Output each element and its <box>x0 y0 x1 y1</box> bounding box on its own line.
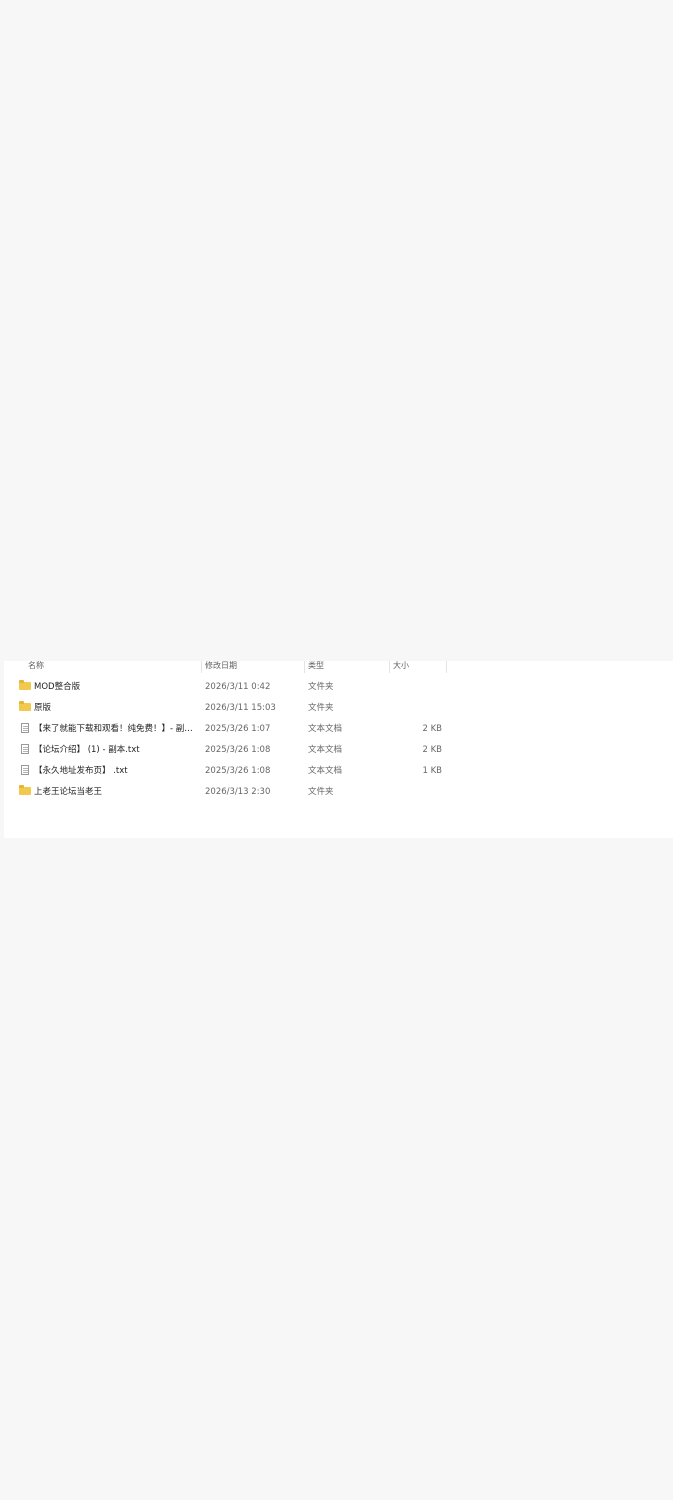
folder-icon <box>19 784 31 795</box>
file-type: 文本文档 <box>308 745 343 755</box>
file-name: 上老王论坛当老王 <box>34 787 103 797</box>
file-row-permanent-address-txt[interactable]: 【永久地址发布页】 .txt 2025/3/26 1:08 文本文档 1 KB <box>4 761 673 782</box>
file-row-laowang-folder[interactable]: 上老王论坛当老王 2026/3/13 2:30 文件夹 <box>4 782 673 803</box>
file-date: 2026/3/11 15:03 <box>205 703 276 713</box>
file-name: 【论坛介绍】 (1) - 副本.txt <box>34 745 140 755</box>
file-size: 1 KB <box>422 766 442 776</box>
file-date: 2026/3/13 2:30 <box>205 787 271 797</box>
column-divider[interactable] <box>201 661 202 673</box>
text-file-icon <box>21 764 29 775</box>
column-divider[interactable] <box>389 661 390 673</box>
file-row-forum-intro-txt[interactable]: 【论坛介绍】 (1) - 副本.txt 2025/3/26 1:08 文本文档 … <box>4 740 673 761</box>
file-size <box>389 782 442 803</box>
file-date: 2025/3/26 1:08 <box>205 745 271 755</box>
file-row-original-folder[interactable]: 原版 2026/3/11 15:03 文件夹 <box>4 698 673 719</box>
folder-icon <box>19 700 31 711</box>
text-file-icon <box>21 722 29 733</box>
text-file-icon <box>21 743 29 754</box>
file-size <box>389 677 442 698</box>
file-name: 【来了就能下载和观看！纯免费！】- 副本.txt <box>34 724 199 734</box>
file-row-free-download-txt[interactable]: 【来了就能下载和观看！纯免费！】- 副本.txt 2025/3/26 1:07 … <box>4 719 673 740</box>
file-name: 原版 <box>34 703 52 713</box>
file-type: 文本文档 <box>308 724 343 734</box>
file-type: 文本文档 <box>308 766 343 776</box>
column-header-name[interactable]: 名称 <box>28 661 44 673</box>
file-date: 2025/3/26 1:08 <box>205 766 271 776</box>
file-type: 文件夹 <box>308 703 334 713</box>
file-size <box>389 698 442 719</box>
file-type: 文件夹 <box>308 787 334 797</box>
column-header-date[interactable]: 修改日期 <box>205 661 237 673</box>
file-name: 【永久地址发布页】 .txt <box>34 766 128 776</box>
file-row-mod-folder[interactable]: MOD整合版 2026/3/11 0:42 文件夹 <box>4 677 673 698</box>
column-divider[interactable] <box>304 661 305 673</box>
column-divider[interactable] <box>446 661 447 673</box>
column-header-type[interactable]: 类型 <box>308 661 324 673</box>
folder-icon <box>19 679 31 690</box>
column-header: 名称 修改日期 类型 大小 <box>4 661 673 675</box>
file-type: 文件夹 <box>308 682 334 692</box>
file-size: 2 KB <box>422 724 442 734</box>
file-list-panel: 名称 修改日期 类型 大小 MOD整合版 2026/3/11 0:42 文件夹 … <box>4 661 673 838</box>
file-size: 2 KB <box>422 745 442 755</box>
file-date: 2026/3/11 0:42 <box>205 682 271 692</box>
column-header-size[interactable]: 大小 <box>393 661 409 673</box>
file-name: MOD整合版 <box>34 682 81 692</box>
file-date: 2025/3/26 1:07 <box>205 724 271 734</box>
